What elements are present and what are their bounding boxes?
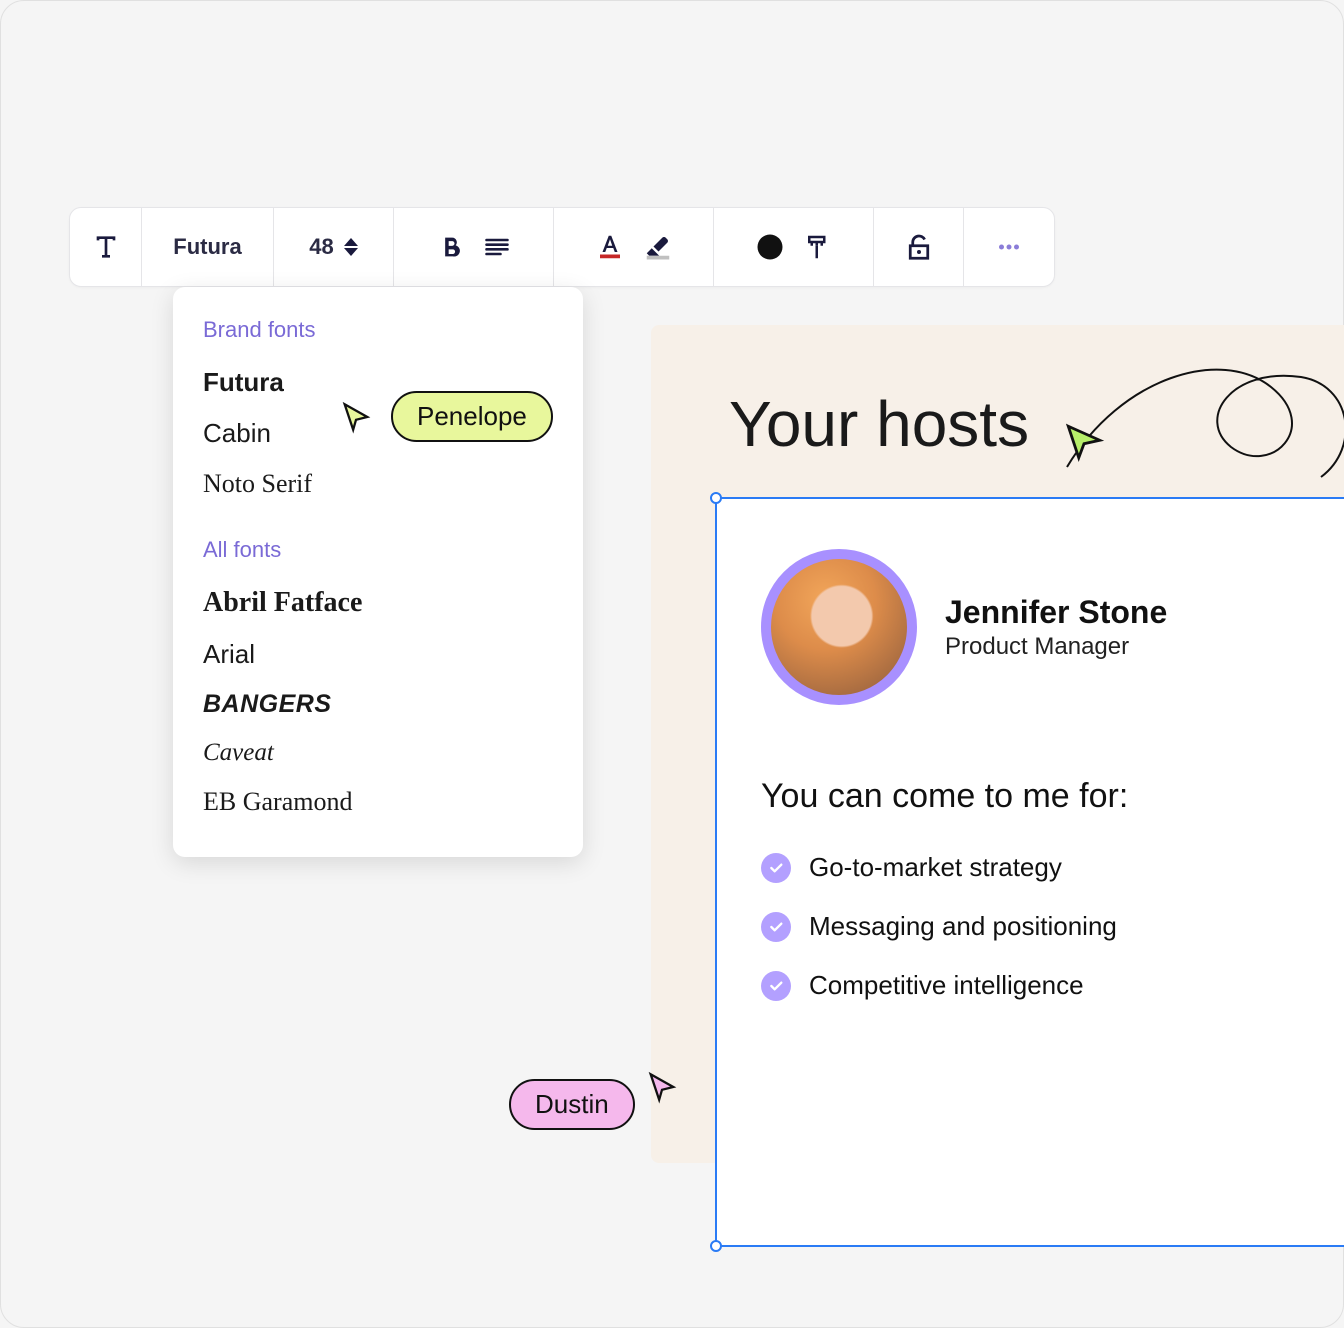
stepper-arrows[interactable]	[344, 238, 358, 256]
all-fonts-label: All fonts	[203, 537, 553, 563]
stepper-down-icon[interactable]	[344, 248, 358, 256]
collaborator-cursor-penelope: Penelope	[339, 391, 553, 442]
font-option-abril-fatface[interactable]: Abril Fatface	[203, 577, 553, 629]
list-item: Go-to-market strategy	[761, 838, 1333, 897]
card-title[interactable]: Your hosts	[729, 387, 1029, 461]
stepper-up-icon[interactable]	[344, 238, 358, 246]
collaborator-cursor-icon	[1063, 421, 1105, 463]
host-avatar	[761, 549, 917, 705]
font-size-stepper[interactable]: 48	[274, 208, 394, 286]
swirl-doodle	[1061, 327, 1344, 487]
font-option-noto-serif[interactable]: Noto Serif	[203, 459, 553, 509]
more-button[interactable]	[964, 208, 1054, 286]
align-icon[interactable]	[483, 233, 511, 261]
more-horizontal-icon	[994, 232, 1024, 262]
font-dropdown[interactable]: Brand fonts Futura Cabin Noto Serif All …	[173, 287, 583, 857]
font-family-label: Futura	[173, 234, 241, 260]
host-role: Product Manager	[945, 633, 1167, 661]
collaborator-name-label: Dustin	[509, 1079, 635, 1130]
resize-handle-bottom-left[interactable]	[710, 1240, 722, 1252]
text-color-icon[interactable]	[595, 232, 625, 262]
collaborator-name-label: Penelope	[391, 391, 553, 442]
color-group	[554, 208, 714, 286]
font-option-arial[interactable]: Arial	[203, 629, 553, 680]
collaborator-cursor-dustin: Dustin	[509, 1079, 679, 1130]
format-paint-icon[interactable]	[803, 232, 833, 262]
list-item: Messaging and positioning	[761, 897, 1333, 956]
app-frame: Futura 48	[0, 0, 1344, 1328]
fill-circle-icon[interactable]	[755, 232, 785, 262]
check-list: Go-to-market strategy Messaging and posi…	[717, 838, 1344, 1015]
host-name: Jennifer Stone	[945, 594, 1167, 631]
card-subhead: You can come to me for:	[717, 717, 1344, 838]
bold-icon[interactable]	[437, 233, 465, 261]
lock-button[interactable]	[874, 208, 964, 286]
selected-frame[interactable]: Jennifer Stone Product Manager You can c…	[715, 497, 1344, 1247]
resize-handle-top-left[interactable]	[710, 492, 722, 504]
text-icon	[90, 231, 122, 263]
highlight-icon[interactable]	[643, 232, 673, 262]
font-option-caveat[interactable]: Caveat	[203, 729, 553, 777]
font-option-eb-garamond[interactable]: EB Garamond	[203, 777, 553, 827]
host-row: Jennifer Stone Product Manager	[717, 499, 1344, 717]
font-size-value: 48	[309, 234, 333, 260]
text-toolbar: Futura 48	[69, 207, 1055, 287]
text-tool-button[interactable]	[70, 208, 142, 286]
brand-fonts-label: Brand fonts	[203, 317, 553, 343]
list-item: Competitive intelligence	[761, 956, 1333, 1015]
font-option-bangers[interactable]: BANGERS	[203, 680, 553, 729]
font-family-selector[interactable]: Futura	[142, 208, 274, 286]
list-item-text: Go-to-market strategy	[809, 852, 1062, 883]
cursor-pointer-icon	[645, 1070, 679, 1104]
fill-group	[714, 208, 874, 286]
check-icon	[761, 912, 791, 942]
list-item-text: Messaging and positioning	[809, 911, 1117, 942]
check-icon	[761, 853, 791, 883]
check-icon	[761, 971, 791, 1001]
unlock-icon	[904, 232, 934, 262]
text-style-group	[394, 208, 554, 286]
list-item-text: Competitive intelligence	[809, 970, 1084, 1001]
cursor-pointer-icon	[339, 400, 373, 434]
